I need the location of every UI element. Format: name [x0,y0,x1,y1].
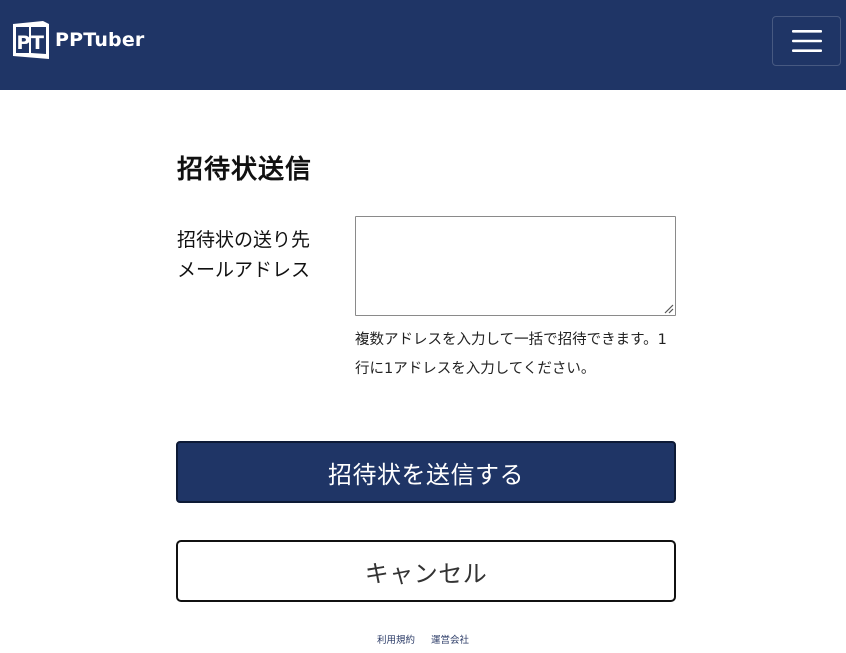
logo-text: PPTuber [55,29,145,51]
help-text: 複数アドレスを入力して一括で招待できます。1行に1アドレスを入力してください。 [355,332,667,377]
hamburger-menu-icon [791,30,822,52]
logo[interactable]: P T PPTuber [13,21,145,59]
svg-text:P: P [17,32,31,54]
footer-link-terms[interactable]: 利用規約 [377,632,415,646]
page-title: 招待状送信 [177,155,313,185]
pptuber-logo-icon: P T [13,21,49,59]
svg-text:T: T [31,32,44,54]
app-header: P T PPTuber [0,0,846,90]
send-invitation-button[interactable]: 招待状を送信する [176,441,676,503]
email-field-label: 招待状の送り先 メールアドレス [177,225,347,285]
email-field-label-line1: 招待状の送り先 [177,229,311,251]
resize-grip-icon[interactable] [662,302,674,314]
menu-button[interactable] [772,16,841,66]
footer-link-company[interactable]: 運営会社 [431,632,469,646]
cancel-button[interactable]: キャンセル [176,540,676,602]
email-field-label-line2: メールアドレス [177,259,311,281]
email-addresses-textarea[interactable] [355,216,676,316]
footer: 利用規約 運営会社 [0,632,846,646]
